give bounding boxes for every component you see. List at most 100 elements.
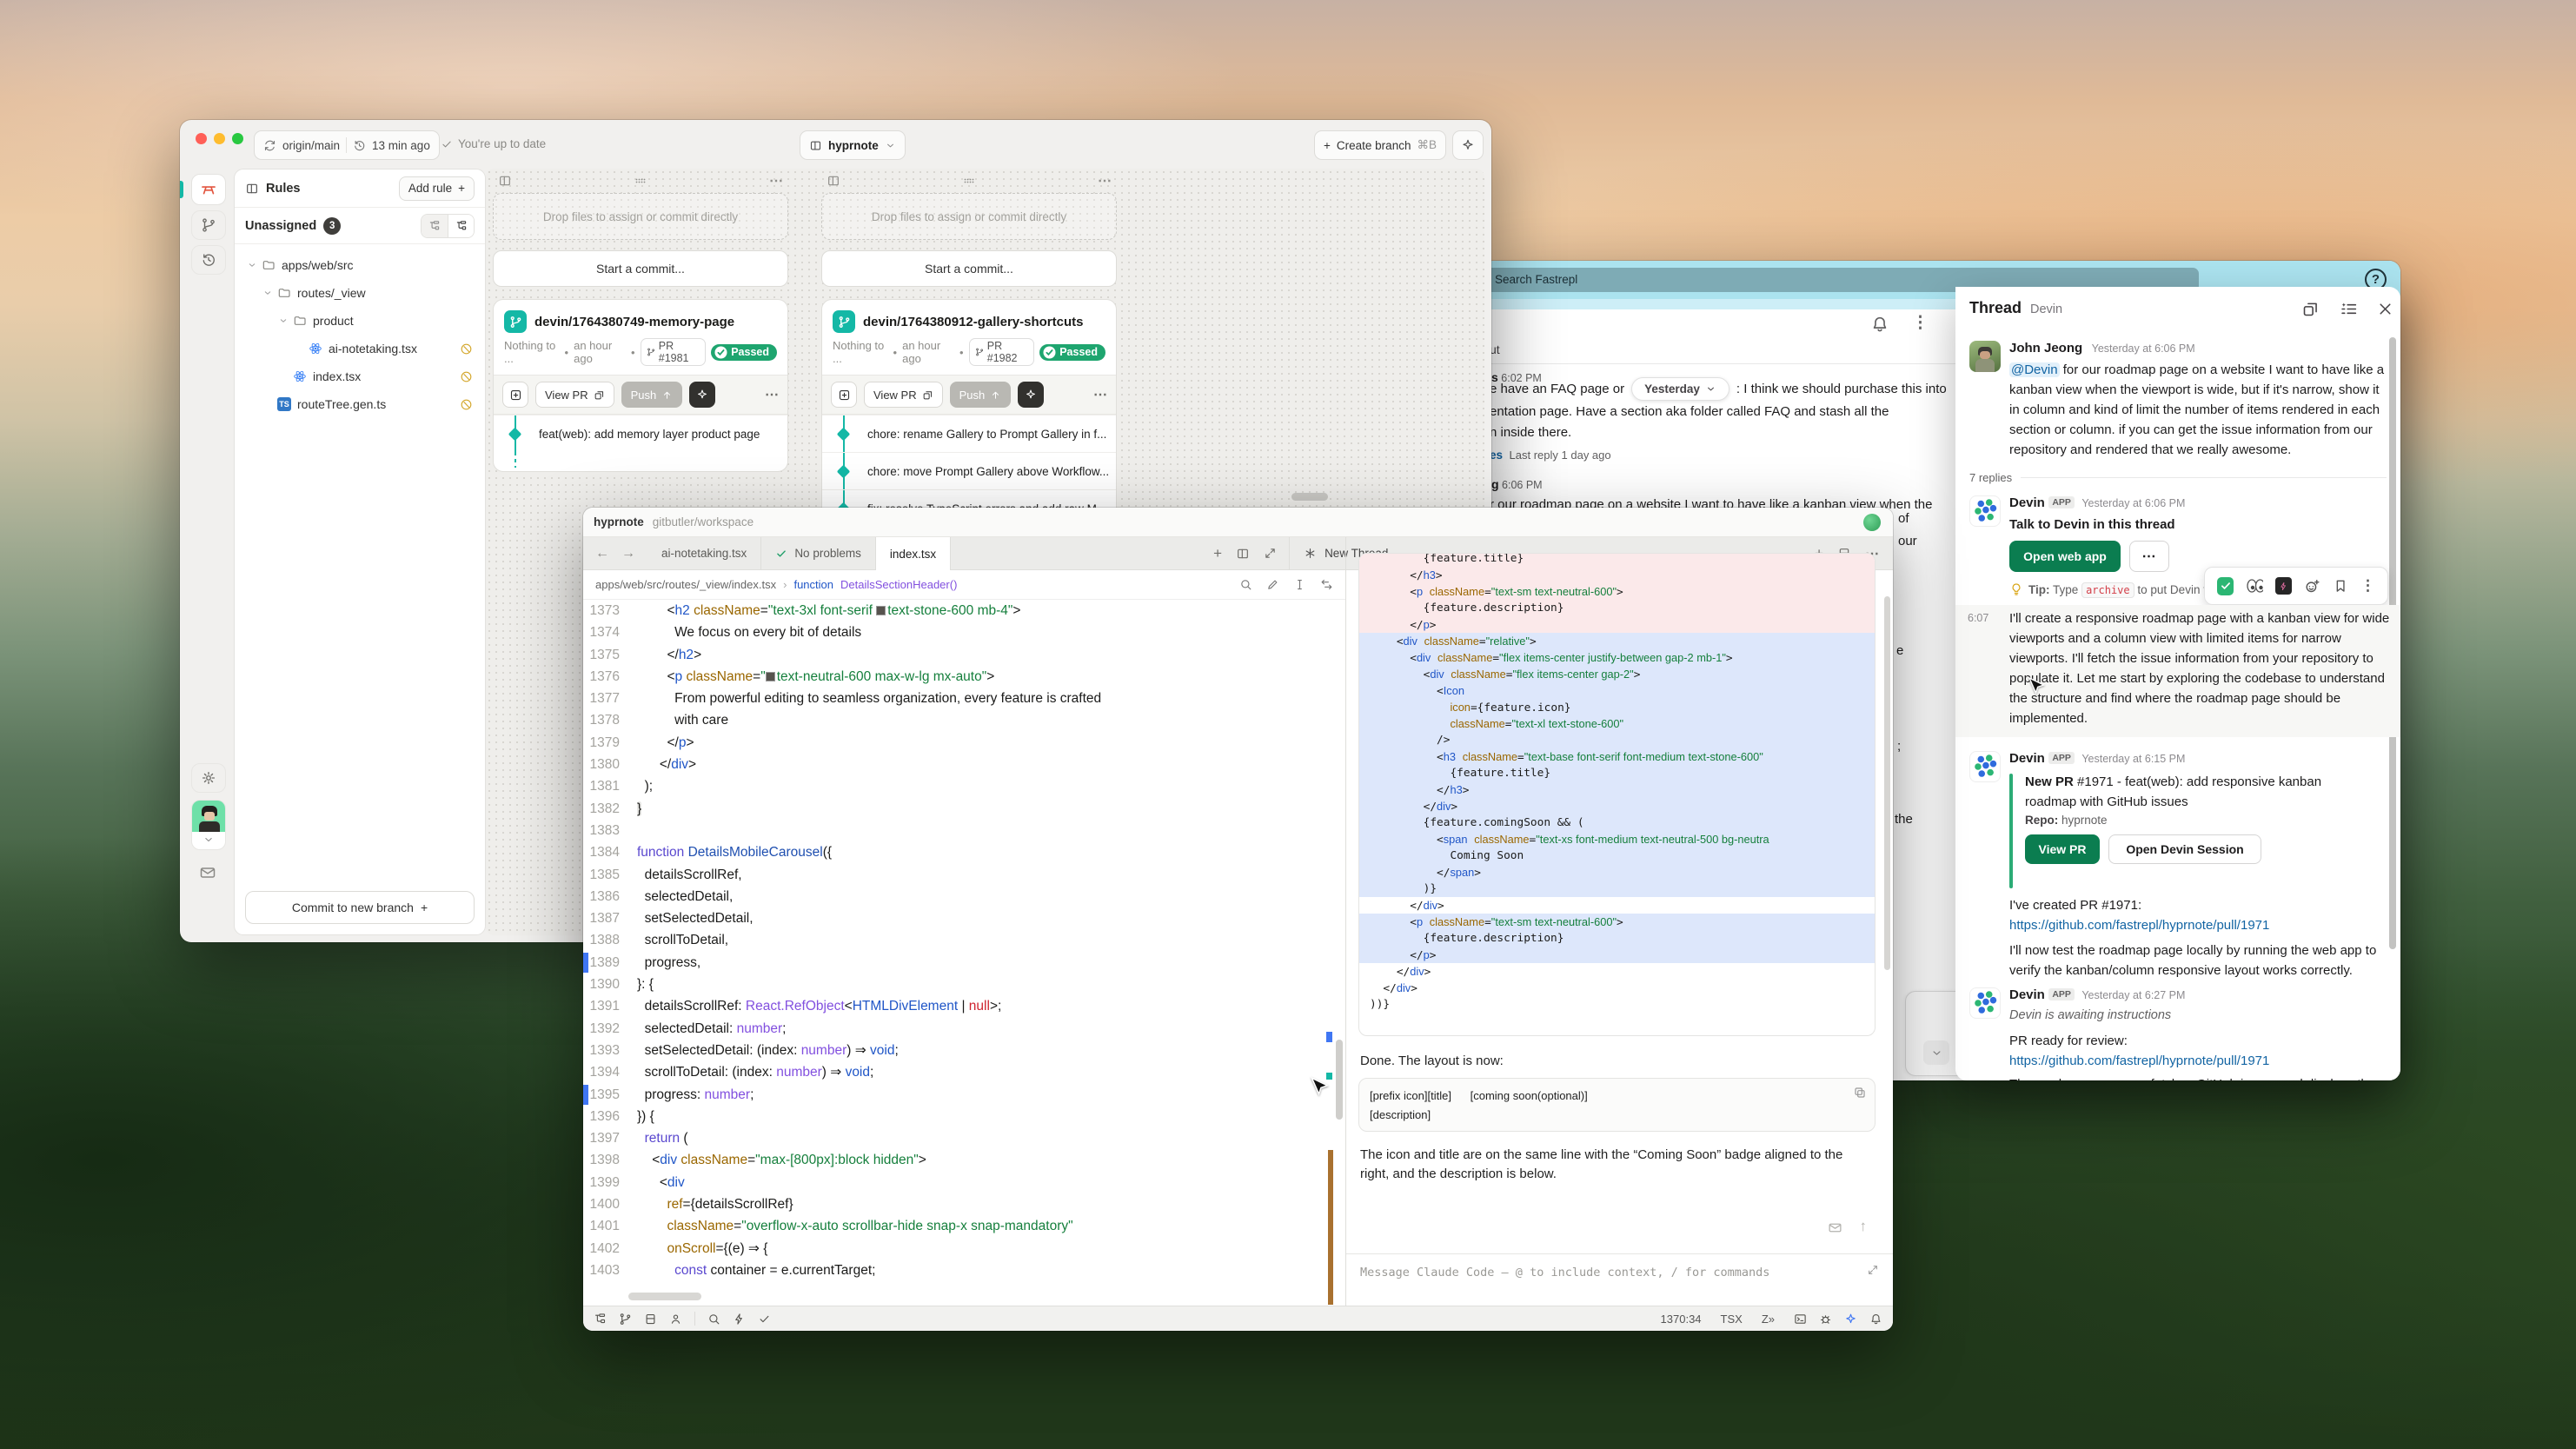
message-timestamp[interactable]: Yesterday at 6:06 PM	[2081, 497, 2185, 509]
thread-settings-icon[interactable]	[2340, 300, 2358, 318]
create-branch-button[interactable]: + Create branch ⌘B	[1314, 130, 1446, 160]
split-pane-icon[interactable]	[1236, 547, 1250, 561]
message-timestamp[interactable]: Yesterday at 6:15 PM	[2081, 753, 2185, 765]
workspace-branch-selector[interactable]: hyprnote	[800, 130, 906, 160]
assign-box-button[interactable]	[831, 382, 857, 408]
lane-more-icon[interactable]: ⋯	[1098, 172, 1112, 189]
more-actions-button[interactable]: ⋯	[2129, 541, 2169, 572]
view-pr-button[interactable]: View PR	[535, 382, 614, 408]
expand-icon[interactable]	[1264, 547, 1277, 560]
tab-no-problems[interactable]: No problems	[761, 537, 876, 569]
message-input[interactable]: Message Claude Code — @ to include conte…	[1360, 1266, 1858, 1280]
ci-passed-badge[interactable]: Passed	[1039, 344, 1105, 361]
mention-chip[interactable]: @Devin	[2009, 362, 2060, 377]
view-pr-button[interactable]: View PR	[864, 382, 943, 408]
tree-item[interactable]: index.tsx	[238, 362, 481, 390]
tab-ai-notetaking[interactable]: ai-notetaking.tsx	[647, 537, 761, 569]
settings-rail-button[interactable]	[191, 763, 226, 793]
push-button[interactable]: Push	[950, 382, 1012, 408]
open-window-icon[interactable]	[2301, 300, 2320, 318]
chevron-down-icon[interactable]	[278, 316, 289, 326]
pr-link[interactable]: https://github.com/fastrepl/hyprnote/pul…	[2009, 915, 2269, 935]
commit-to-new-branch-button[interactable]: Commit to new branch+	[245, 891, 475, 924]
view-pr-button[interactable]: View PR	[2025, 834, 2100, 864]
card-more-icon[interactable]: ⋯	[765, 386, 779, 403]
tree-view-toggle[interactable]	[448, 215, 474, 237]
scroll-up-icon[interactable]: ↑	[1860, 1218, 1868, 1235]
sender-name[interactable]: Devin	[2009, 751, 2045, 766]
panel-toggle-icon[interactable]	[594, 1313, 607, 1326]
tree-item[interactable]: apps/web/src	[238, 251, 481, 279]
search-icon[interactable]	[707, 1313, 720, 1326]
history-rail-button[interactable]	[191, 245, 226, 275]
diagnostics-check-icon[interactable]	[758, 1313, 771, 1326]
lane-panel-icon[interactable]	[827, 174, 840, 188]
modified-status-icon[interactable]	[460, 342, 473, 356]
pr-pill[interactable]: PR #1982	[969, 338, 1035, 366]
chevron-down-icon[interactable]	[247, 260, 257, 270]
card-more-icon[interactable]: ⋯	[1093, 386, 1107, 403]
back-icon[interactable]: ←	[595, 546, 609, 562]
zoom-traffic-light[interactable]	[232, 133, 243, 144]
search-icon[interactable]	[1239, 578, 1252, 591]
lane-panel-icon[interactable]	[498, 174, 512, 188]
devin-reaction-emoji[interactable]	[2275, 577, 2291, 595]
lane-drag-grip-icon[interactable]	[961, 173, 977, 189]
devin-avatar[interactable]	[1969, 987, 2001, 1019]
close-icon[interactable]	[2376, 300, 2394, 318]
tree-item[interactable]: ai-notetaking.tsx	[238, 335, 481, 362]
lanes-horizontal-scrollbar[interactable]	[1291, 493, 1328, 501]
editor-titlebar[interactable]: hyprnote gitbutler/workspace	[583, 508, 1893, 537]
feedback-mail-icon[interactable]	[199, 864, 216, 881]
workspace-name[interactable]: gitbutler/workspace	[653, 515, 754, 528]
ai-sparkle-icon[interactable]	[1844, 1313, 1857, 1326]
branch-name[interactable]: devin/1764380912-gallery-shortcuts	[863, 315, 1083, 329]
push-button[interactable]: Push	[621, 382, 683, 408]
message-timestamp[interactable]: 6:07	[1968, 612, 1988, 624]
notifications-bell-icon[interactable]	[1870, 315, 1889, 334]
ai-branch-button[interactable]	[1018, 382, 1044, 408]
more-kebab-icon[interactable]: ⋮	[2360, 577, 2375, 595]
more-kebab-icon[interactable]: ⋮	[1912, 313, 1929, 333]
pr-attachment-title[interactable]: New PR #1971 - feat(web): add responsive…	[2025, 772, 2373, 812]
collab-icon[interactable]	[669, 1313, 682, 1326]
workbench-rail-active[interactable]	[191, 174, 226, 205]
close-traffic-light[interactable]	[196, 133, 207, 144]
open-web-app-button[interactable]: Open web app	[2009, 541, 2121, 572]
lane-more-icon[interactable]: ⋯	[769, 172, 783, 189]
modified-status-icon[interactable]	[460, 370, 473, 383]
code-scrollbar-thumb[interactable]	[1336, 1040, 1343, 1120]
base-branch-pill[interactable]: origin/main 13 min ago	[254, 130, 440, 160]
assistant-scrollbar[interactable]	[1884, 596, 1890, 970]
ibeam-cursor-icon[interactable]	[1293, 578, 1306, 591]
branches-rail-button[interactable]	[191, 210, 226, 240]
copilot-status[interactable]: Z»	[1762, 1313, 1775, 1326]
file-drop-zone[interactable]: Drop files to assign or commit directly	[493, 193, 788, 240]
thread-replies-link[interactable]: es Last reply 1 day ago	[1490, 449, 1611, 462]
breadcrumb[interactable]: apps/web/src/routes/_view/index.tsx› fun…	[583, 570, 1345, 600]
project-name[interactable]: hyprnote	[594, 515, 644, 528]
edit-pen-icon[interactable]	[1266, 578, 1279, 591]
message-timestamp[interactable]: Yesterday at 6:27 PM	[2081, 989, 2185, 1001]
expand-input-icon[interactable]	[1867, 1264, 1879, 1276]
notifications-bell-icon[interactable]	[1869, 1313, 1882, 1326]
commit-row[interactable]: chore: rename Gallery to Prompt Gallery …	[822, 415, 1116, 452]
file-drop-zone[interactable]: Drop files to assign or commit directly	[821, 193, 1117, 240]
start-commit-button[interactable]: Start a commit...	[493, 250, 788, 287]
debug-bug-icon[interactable]	[1819, 1313, 1832, 1326]
collab-avatar[interactable]	[1863, 514, 1881, 531]
markdown-icon[interactable]	[1828, 1220, 1842, 1235]
eyes-reaction-emoji[interactable]	[2246, 576, 2263, 595]
pr-pill[interactable]: PR #1981	[641, 338, 707, 366]
chevron-down-icon[interactable]	[262, 288, 273, 298]
language-mode[interactable]: TSX	[1721, 1313, 1743, 1326]
add-reaction-icon[interactable]	[2304, 577, 2320, 595]
devin-avatar[interactable]	[1969, 495, 2001, 527]
open-devin-session-button[interactable]: Open Devin Session	[2108, 834, 2261, 864]
code-hscrollbar-thumb[interactable]	[628, 1293, 701, 1300]
assign-box-button[interactable]	[502, 382, 528, 408]
tree-item[interactable]: product	[238, 307, 481, 335]
outline-icon[interactable]	[644, 1313, 657, 1326]
actions-zap-icon[interactable]	[733, 1313, 746, 1326]
tab-index-tsx[interactable]: index.tsx	[876, 537, 951, 570]
